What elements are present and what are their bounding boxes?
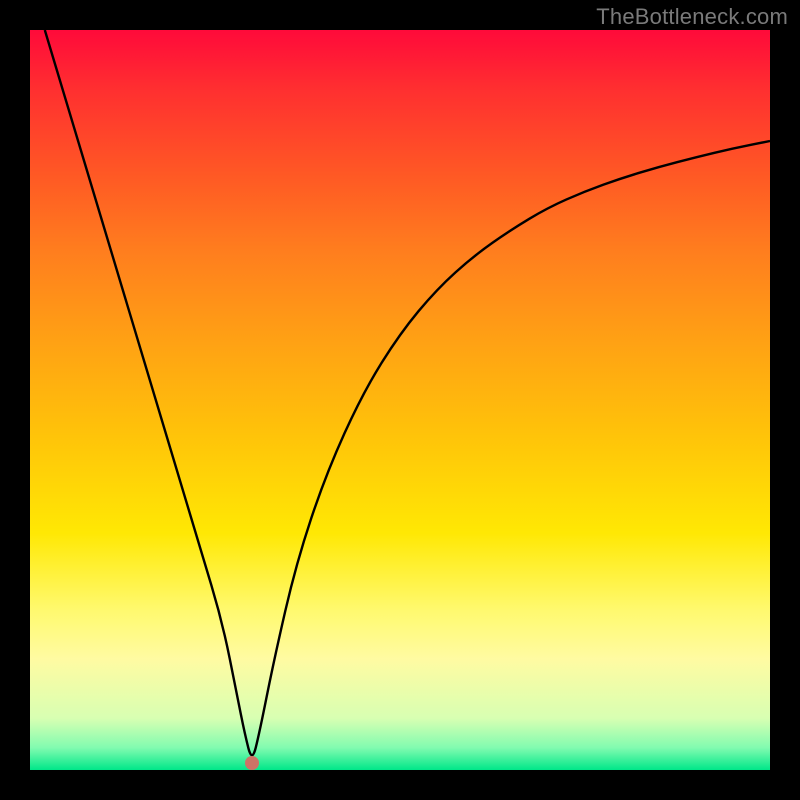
watermark-text: TheBottleneck.com [596, 4, 788, 30]
chart-plot-area [30, 30, 770, 770]
bottleneck-curve [30, 30, 770, 770]
curve-path [45, 30, 770, 755]
optimal-point-dot [245, 756, 259, 770]
